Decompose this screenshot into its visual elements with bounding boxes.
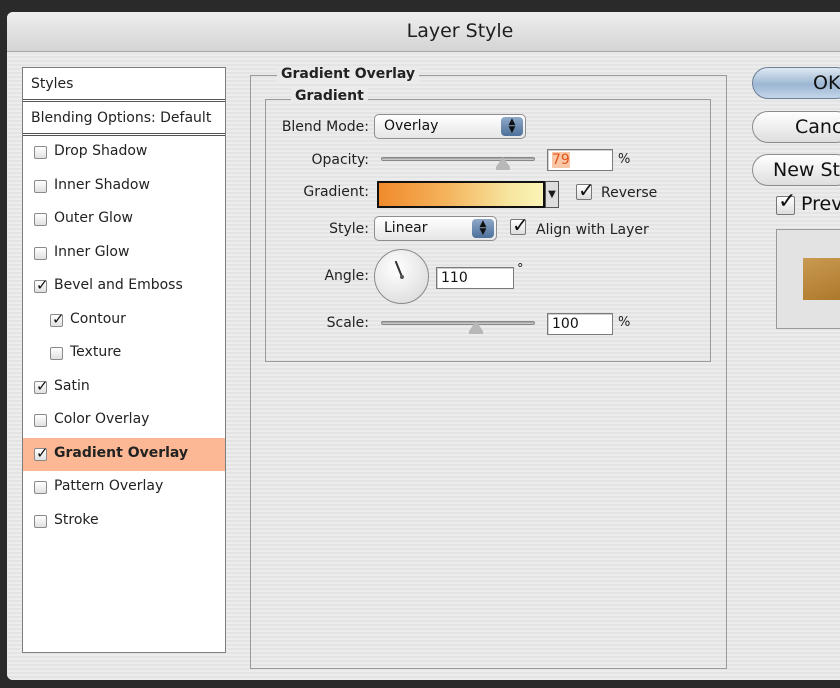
checkmark-icon: ✓ bbox=[52, 309, 65, 328]
select-arrows-icon: ▲ ▼ bbox=[472, 219, 494, 238]
style-item[interactable]: ✓ Bevel and Emboss bbox=[23, 270, 225, 304]
checkmark-icon: ✓ bbox=[36, 443, 49, 462]
scale-slider-thumb[interactable] bbox=[469, 321, 484, 334]
style-item-checkbox[interactable] bbox=[34, 213, 47, 226]
blend-mode-label: Blend Mode: bbox=[281, 119, 369, 135]
gradient-overlay-section-title: Gradient Overlay bbox=[277, 66, 420, 82]
reverse-checkbox[interactable]: ✓ bbox=[576, 178, 595, 202]
style-item[interactable]: Inner Glow bbox=[23, 237, 225, 271]
style-item[interactable]: ✓ Satin bbox=[23, 371, 225, 405]
style-item-checkbox[interactable] bbox=[34, 146, 47, 159]
dialog-title: Layer Style bbox=[406, 20, 514, 42]
style-item-label: Satin bbox=[54, 377, 90, 394]
angle-unit: ° bbox=[517, 262, 524, 277]
style-item-label: Inner Glow bbox=[54, 243, 130, 260]
title-bar: Layer Style bbox=[7, 12, 840, 52]
style-item[interactable]: Drop Shadow bbox=[23, 136, 225, 170]
style-item[interactable]: Inner Shadow bbox=[23, 170, 225, 204]
checkmark-icon: ✓ bbox=[36, 276, 49, 294]
style-item-label: Stroke bbox=[54, 511, 99, 528]
scale-label: Scale: bbox=[326, 315, 369, 331]
checkmark-icon: ✓ bbox=[512, 213, 529, 237]
style-item-label: Color Overlay bbox=[54, 411, 150, 427]
style-items-list: Drop Shadow Inner Shadow Outer Glow Inner G… bbox=[23, 136, 225, 538]
gradient-preview-swatch[interactable] bbox=[377, 181, 545, 208]
style-item-checkbox[interactable] bbox=[34, 246, 47, 260]
style-label: Style: bbox=[329, 221, 369, 237]
style-item-label: Outer Glow bbox=[54, 210, 133, 226]
dialog-content: Styles Blending Options: Default Drop Sh… bbox=[7, 53, 840, 680]
align-with-layer-label: Align with Layer bbox=[536, 222, 649, 238]
select-arrows-icon: ▲ ▼ bbox=[501, 117, 523, 136]
scale-value: 100 bbox=[552, 316, 579, 332]
style-item[interactable]: Pattern Overlay bbox=[23, 471, 225, 505]
style-item[interactable]: Outer Glow bbox=[23, 203, 225, 237]
style-item-checkbox[interactable] bbox=[50, 347, 63, 360]
angle-input[interactable]: 110 bbox=[436, 267, 514, 289]
style-item-label: Bevel and Emboss bbox=[54, 277, 183, 293]
style-item-checkbox[interactable] bbox=[34, 481, 47, 494]
style-item-checkbox[interactable]: ✓ bbox=[50, 310, 65, 328]
scale-input[interactable]: 100 bbox=[547, 313, 613, 335]
style-preview-swatch bbox=[803, 258, 840, 300]
style-item-label: Pattern Overlay bbox=[54, 478, 164, 494]
layer-style-dialog: Layer Style Styles Blending Options: Def… bbox=[7, 12, 840, 680]
scale-slider[interactable] bbox=[381, 321, 535, 325]
scale-unit: % bbox=[618, 315, 631, 330]
angle-value: 110 bbox=[441, 270, 468, 286]
gradient-label: Gradient: bbox=[303, 184, 369, 200]
style-item-checkbox[interactable] bbox=[34, 179, 47, 193]
style-item-label: Contour bbox=[70, 310, 126, 327]
gradient-group-title: Gradient bbox=[291, 88, 368, 104]
opacity-slider-thumb[interactable] bbox=[495, 157, 510, 170]
align-with-layer-checkbox[interactable]: ✓ bbox=[510, 213, 529, 237]
reverse-label: Reverse bbox=[601, 185, 658, 201]
blend-mode-value: Overlay bbox=[384, 118, 439, 134]
checkmark-icon: ✓ bbox=[36, 376, 49, 395]
style-item-checkbox[interactable]: ✓ bbox=[34, 444, 49, 462]
style-preview-box bbox=[776, 229, 840, 329]
preview-checkbox[interactable]: ✓ bbox=[776, 189, 796, 215]
style-value: Linear bbox=[384, 220, 428, 236]
new-style-button[interactable]: New Style... bbox=[752, 154, 840, 186]
style-item[interactable]: Stroke bbox=[23, 505, 225, 539]
opacity-unit: % bbox=[618, 152, 631, 167]
caret-down-icon: ▼ bbox=[548, 189, 556, 200]
opacity-input[interactable]: 79 bbox=[547, 149, 613, 171]
opacity-value: 79 bbox=[552, 152, 570, 168]
checkmark-icon: ✓ bbox=[778, 189, 797, 214]
style-item-label: Inner Shadow bbox=[54, 176, 150, 193]
style-item-checkbox[interactable]: ✓ bbox=[34, 276, 49, 294]
opacity-label: Opacity: bbox=[311, 152, 369, 168]
style-item[interactable]: ✓ Contour bbox=[23, 304, 225, 338]
blend-mode-select[interactable]: Overlay ▲ ▼ bbox=[374, 114, 526, 139]
style-item-label: Gradient Overlay bbox=[54, 444, 189, 461]
styles-list-panel: Styles Blending Options: Default Drop Sh… bbox=[22, 67, 226, 653]
checkmark-icon: ✓ bbox=[578, 178, 595, 202]
preview-label: Preview bbox=[801, 193, 840, 215]
style-item[interactable]: ✓ Gradient Overlay bbox=[23, 437, 225, 471]
blending-options-item[interactable]: Blending Options: Default bbox=[23, 102, 225, 136]
angle-dial-center bbox=[400, 275, 404, 279]
style-item[interactable]: Texture bbox=[23, 337, 225, 371]
angle-label: Angle: bbox=[324, 268, 369, 284]
style-item-checkbox[interactable] bbox=[34, 514, 47, 528]
style-item[interactable]: Color Overlay bbox=[23, 404, 225, 438]
opacity-slider[interactable] bbox=[381, 157, 535, 161]
style-item-checkbox[interactable] bbox=[34, 414, 47, 427]
cancel-button[interactable]: Cancel bbox=[752, 111, 840, 143]
styles-header[interactable]: Styles bbox=[23, 68, 225, 102]
style-item-label: Texture bbox=[70, 344, 122, 360]
style-item-checkbox[interactable]: ✓ bbox=[34, 377, 49, 395]
style-item-label: Drop Shadow bbox=[54, 143, 148, 159]
gradient-picker-dropdown[interactable]: ▼ bbox=[545, 181, 559, 208]
ok-button[interactable]: OK bbox=[752, 67, 840, 99]
style-select[interactable]: Linear ▲ ▼ bbox=[374, 216, 497, 241]
